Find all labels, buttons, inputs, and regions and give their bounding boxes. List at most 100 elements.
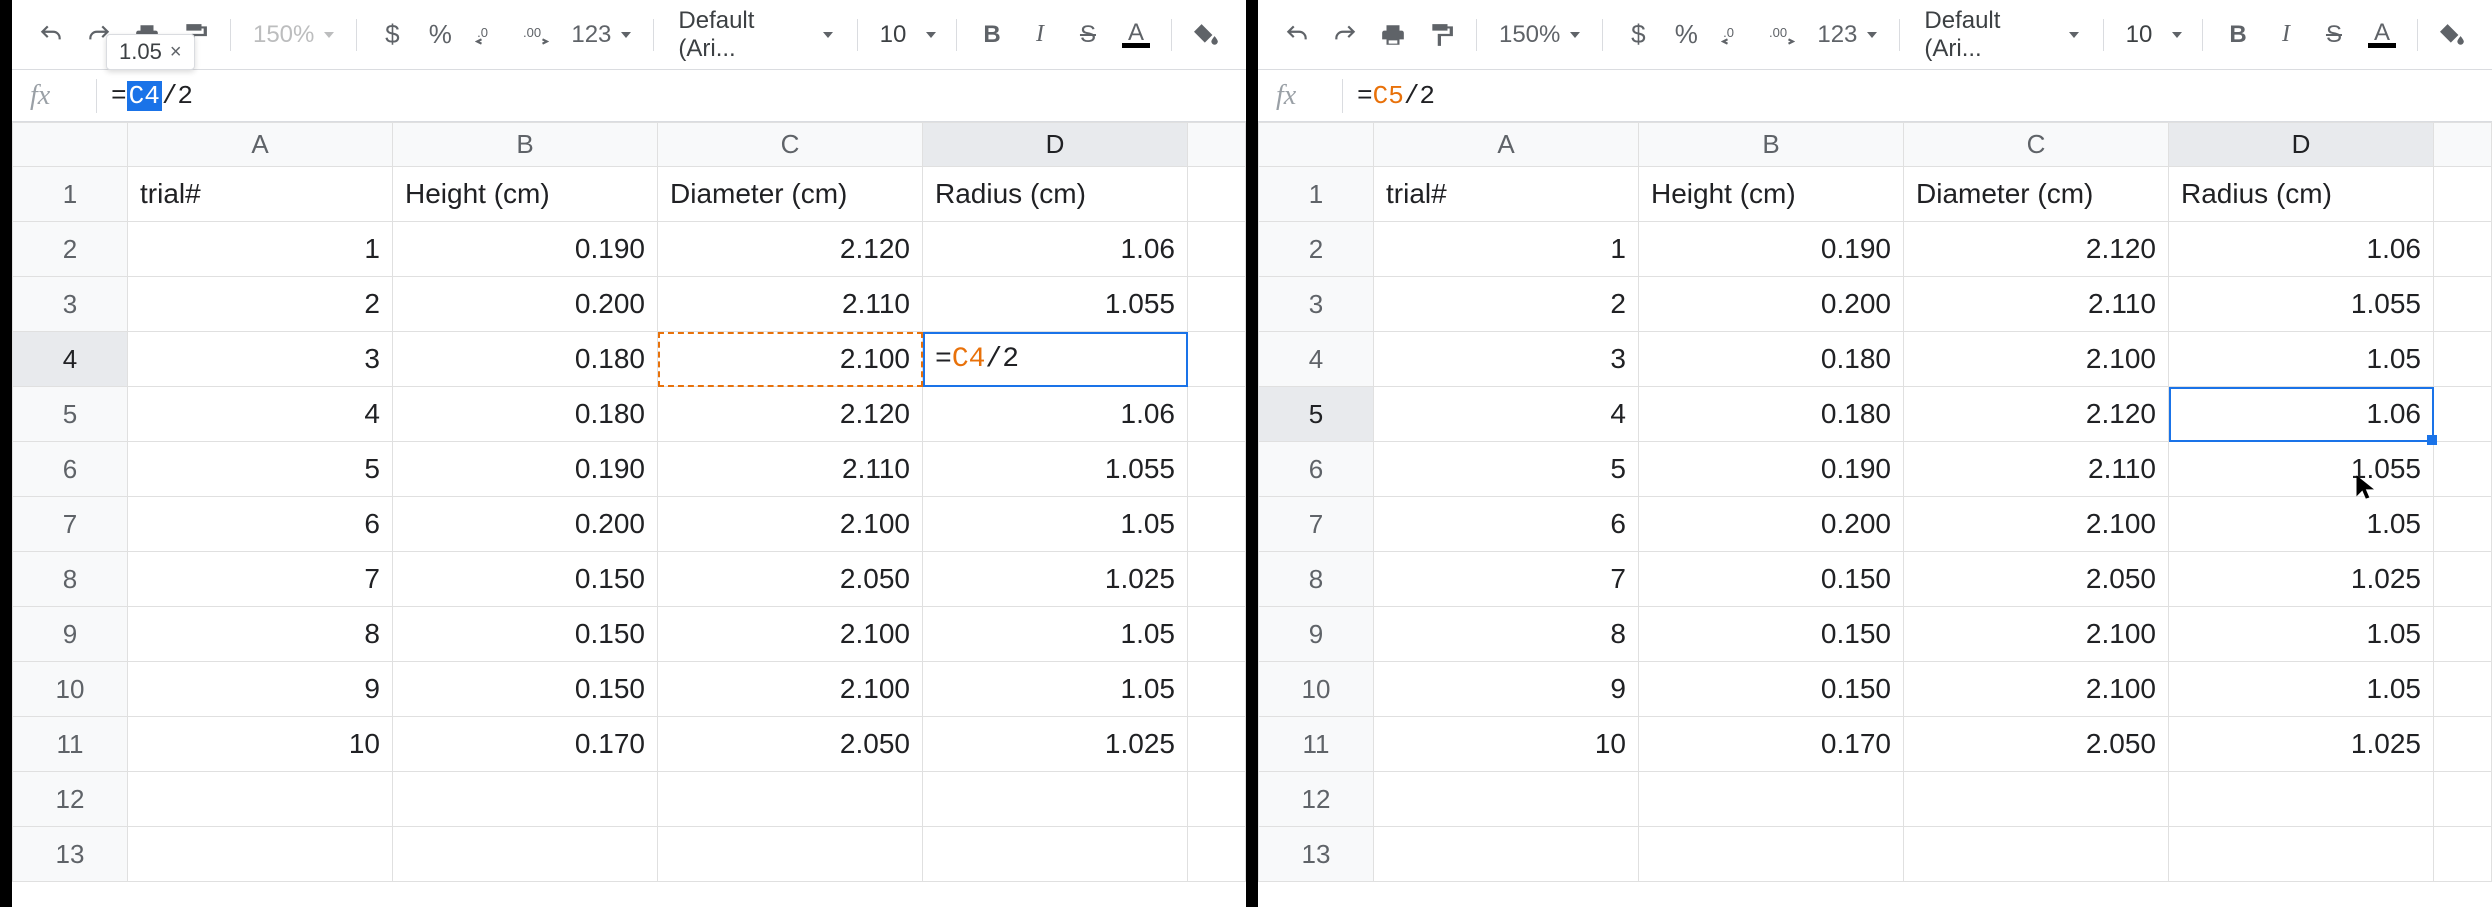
cell[interactable]: 3 (1374, 332, 1639, 387)
col-header-C[interactable]: C (1904, 123, 2169, 167)
cell[interactable] (2169, 772, 2434, 827)
number-format-dropdown[interactable]: 123 (563, 21, 639, 49)
header-cell[interactable]: Diameter (cm) (1904, 167, 2169, 222)
cell[interactable] (1188, 607, 1246, 662)
header-cell[interactable]: Diameter (cm) (658, 167, 923, 222)
select-all-corner[interactable] (13, 123, 128, 167)
cell[interactable] (1904, 827, 2169, 882)
percent-button[interactable]: % (419, 14, 461, 56)
cell[interactable]: 2.100 (658, 662, 923, 717)
cell[interactable]: 7 (1374, 552, 1639, 607)
col-header-A[interactable]: A (1374, 123, 1639, 167)
formula-input[interactable]: =C5/2 (1357, 81, 1957, 111)
cell[interactable]: 8 (128, 607, 393, 662)
cell[interactable]: 0.150 (1639, 662, 1904, 717)
cell[interactable] (1188, 827, 1246, 882)
row-header[interactable]: 7 (1259, 497, 1374, 552)
cell[interactable]: 0.200 (1639, 277, 1904, 332)
cell[interactable]: 6 (128, 497, 393, 552)
cell[interactable] (1374, 772, 1639, 827)
grid-left[interactable]: A B C D 1trial#Height (cm)Diameter (cm)R… (12, 122, 1246, 907)
italic-button[interactable]: I (1019, 14, 1061, 56)
col-header-B[interactable]: B (393, 123, 658, 167)
cell[interactable]: 1.05 (923, 662, 1188, 717)
cell[interactable] (2434, 717, 2492, 772)
cell[interactable]: 7 (128, 552, 393, 607)
row-header[interactable]: 8 (13, 552, 128, 607)
cell[interactable] (2434, 167, 2492, 222)
header-cell[interactable]: Radius (cm) (923, 167, 1188, 222)
fill-color-button[interactable] (1186, 14, 1228, 56)
cell[interactable]: 2.110 (658, 442, 923, 497)
cell[interactable]: 1.025 (2169, 717, 2434, 772)
row-header[interactable]: 3 (1259, 277, 1374, 332)
cell[interactable]: 0.190 (1639, 222, 1904, 277)
cell[interactable]: 0.150 (1639, 607, 1904, 662)
row-header[interactable]: 1 (13, 167, 128, 222)
cell[interactable]: 0.180 (1639, 387, 1904, 442)
currency-button[interactable]: $ (1617, 14, 1659, 56)
cell[interactable]: 2.050 (1904, 717, 2169, 772)
cell[interactable] (2434, 277, 2492, 332)
cell[interactable] (1188, 772, 1246, 827)
cell[interactable]: 1.05 (2169, 662, 2434, 717)
cell[interactable] (128, 772, 393, 827)
cell[interactable] (1188, 222, 1246, 277)
close-icon[interactable]: × (170, 41, 182, 64)
cell[interactable] (1639, 772, 1904, 827)
cell[interactable]: 2.050 (658, 717, 923, 772)
cell[interactable] (2434, 442, 2492, 497)
cell[interactable] (2434, 607, 2492, 662)
italic-button[interactable]: I (2265, 14, 2307, 56)
cell[interactable] (393, 827, 658, 882)
row-header[interactable]: 2 (13, 222, 128, 277)
cell[interactable]: 0.190 (393, 442, 658, 497)
percent-button[interactable]: % (1665, 14, 1707, 56)
cell[interactable] (1374, 827, 1639, 882)
cell[interactable] (923, 772, 1188, 827)
col-header-extra[interactable] (1188, 123, 1246, 167)
row-header[interactable]: 4 (13, 332, 128, 387)
font-family-dropdown[interactable]: Default (Ari... (668, 7, 843, 63)
cell[interactable]: 2.120 (1904, 387, 2169, 442)
cell[interactable]: 2.100 (1904, 497, 2169, 552)
cell[interactable]: 8 (1374, 607, 1639, 662)
cell[interactable]: 2.100 (658, 332, 923, 387)
col-header-A[interactable]: A (128, 123, 393, 167)
row-header[interactable]: 9 (1259, 607, 1374, 662)
cell[interactable]: 0.200 (1639, 497, 1904, 552)
strikethrough-button[interactable]: S (1067, 14, 1109, 56)
cell[interactable]: 1.05 (2169, 332, 2434, 387)
row-header[interactable]: 1 (1259, 167, 1374, 222)
cell[interactable]: 2.100 (1904, 607, 2169, 662)
cell[interactable] (658, 772, 923, 827)
row-header[interactable]: 6 (1259, 442, 1374, 497)
cell[interactable]: 2.100 (658, 497, 923, 552)
header-cell[interactable]: Height (cm) (1639, 167, 1904, 222)
cell[interactable]: 2.120 (658, 222, 923, 277)
cell[interactable] (1188, 387, 1246, 442)
row-header[interactable]: 6 (13, 442, 128, 497)
cell[interactable] (393, 772, 658, 827)
col-header-B[interactable]: B (1639, 123, 1904, 167)
undo-button[interactable] (30, 14, 72, 56)
header-cell[interactable]: Radius (cm) (2169, 167, 2434, 222)
bold-button[interactable]: B (971, 14, 1013, 56)
cell[interactable] (2169, 827, 2434, 882)
cell[interactable]: 1.055 (923, 277, 1188, 332)
row-header[interactable]: 10 (13, 662, 128, 717)
cell[interactable]: 1.025 (2169, 552, 2434, 607)
cell[interactable]: 2.110 (658, 277, 923, 332)
cell[interactable] (658, 827, 923, 882)
row-header[interactable]: 13 (13, 827, 128, 882)
cell[interactable]: 0.180 (1639, 332, 1904, 387)
cell[interactable] (2434, 222, 2492, 277)
cell[interactable] (2434, 827, 2492, 882)
cell[interactable]: 0.170 (1639, 717, 1904, 772)
print-button[interactable] (1372, 14, 1414, 56)
font-size-dropdown[interactable]: 10 (872, 21, 942, 49)
cell[interactable]: 0.190 (393, 222, 658, 277)
col-header-C[interactable]: C (658, 123, 923, 167)
bold-button[interactable]: B (2217, 14, 2259, 56)
cell[interactable] (2434, 772, 2492, 827)
